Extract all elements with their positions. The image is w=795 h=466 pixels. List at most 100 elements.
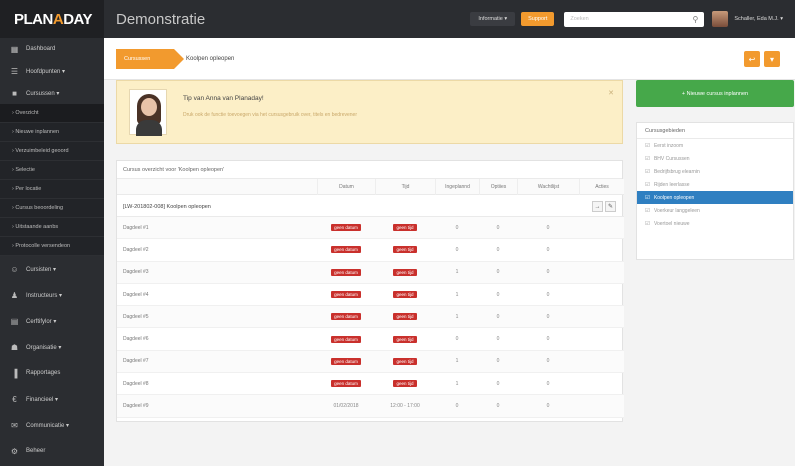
table-row[interactable]: Dagdeel #1 geen datum geen tijd 0 0 0 <box>117 217 624 240</box>
list-icon: ☰ <box>10 66 19 76</box>
options-count: 0 <box>496 269 500 276</box>
sidebar-item[interactable]: ⚙ Beheer <box>0 438 104 464</box>
group-actions: → ✎ <box>592 201 616 212</box>
sidebar-item[interactable]: ☰ Hoofdpunten ▾ <box>0 60 104 82</box>
course-area-item[interactable]: ☑ Voertoel nieuwe <box>637 217 793 230</box>
session-rows: Dagdeel #1 geen datum geen tijd 0 0 0 Dagdeel … <box>117 217 624 418</box>
sidebar-subitem[interactable]: › Uitstaande aanbs <box>0 218 104 237</box>
session-name: Dagdeel #6 <box>123 336 149 343</box>
course-area-item[interactable]: ☑ Eerst inzoom <box>637 139 793 152</box>
sidebar-subitem[interactable]: › Verzuimbeleid geoord <box>0 142 104 161</box>
table-row[interactable]: Dagdeel #9 01/02/2018 12:00 - 17:00 0 0 0 <box>117 395 624 418</box>
table-row[interactable]: Dagdeel #7 geen datum geen tijd 1 0 0 <box>117 350 624 374</box>
waitlist-count: 0 <box>546 246 550 253</box>
waitlist-count: 0 <box>546 313 550 320</box>
users-icon: ☺ <box>10 264 19 274</box>
column-header[interactable]: Tijd <box>375 178 435 195</box>
sidebar-item[interactable]: ■ Cursussen ▾ <box>0 82 104 104</box>
planaday-logo[interactable]: PLAN A DAY <box>0 0 104 38</box>
column-header[interactable]: Ingeplannd <box>435 178 479 195</box>
new-course-button[interactable]: + Nieuwe cursus inplannen <box>636 80 794 107</box>
no-date-badge: geen datum <box>331 246 361 254</box>
search-icon[interactable]: ⚲ <box>693 15 699 24</box>
sidebar-subitem[interactable]: › Per locatie <box>0 180 104 199</box>
session-time: geen tijd <box>375 268 435 276</box>
options-count: 0 <box>496 313 500 320</box>
sidebar-subitem[interactable]: › Overzicht <box>0 104 104 123</box>
avatar[interactable] <box>712 11 729 27</box>
waitlist-count: 0 <box>546 291 550 298</box>
options-count: 0 <box>496 358 500 365</box>
column-header[interactable]: Optiies <box>479 178 517 195</box>
waitlist-count: 0 <box>546 380 550 387</box>
session-time: geen tijd <box>375 246 435 254</box>
sidebar-item[interactable]: € Financieel ▾ <box>0 386 104 412</box>
breadcrumb-home[interactable]: Cursussen <box>116 49 184 69</box>
user-menu[interactable]: Schaller, Eda M.J. ▾ <box>734 16 783 22</box>
course-area-item[interactable]: ☑ BHV Cursussen <box>637 152 793 165</box>
column-header[interactable]: Datum <box>317 178 375 195</box>
info-dropdown[interactable]: Informatie ▾ <box>470 12 516 26</box>
book-icon: ■ <box>12 88 17 98</box>
session-time: geen tijd <box>375 335 435 343</box>
session-time: geen tijd <box>375 357 435 365</box>
breadcrumb-current: Koolpen opleopen <box>186 56 235 62</box>
sidebar-item[interactable]: ▦ Dashboard <box>0 38 104 60</box>
options-count: 0 <box>496 246 500 253</box>
sidebar-subitem[interactable]: › Cursus beoordeling <box>0 199 104 218</box>
sidebar-item[interactable]: ▤ Cerftifylor ▾ <box>0 308 104 334</box>
options-count: 0 <box>496 336 500 343</box>
column-header[interactable]: Acties <box>579 178 624 195</box>
session-name: Dagdeel #4 <box>123 291 149 298</box>
no-date-badge: geen datum <box>331 291 361 299</box>
sidebar-item[interactable]: ☗ Organisatie ▾ <box>0 334 104 360</box>
time-value: 12:00 - 17:00 <box>390 403 420 410</box>
sidebar-item[interactable]: ▐ Rapportages <box>0 360 104 386</box>
add-session-button[interactable]: → <box>592 201 603 212</box>
course-area-item[interactable]: ☑ Koolpen opleopen <box>637 191 793 204</box>
sidebar-item-label: Cursisten ▾ <box>26 266 57 273</box>
search-input[interactable]: Zoeken ⚲ <box>564 11 705 27</box>
close-icon[interactable]: ✕ <box>608 89 614 97</box>
options-button[interactable]: ▾ <box>764 51 780 67</box>
session-name: Dagdeel #1 <box>123 224 149 231</box>
session-name: Dagdeel #7 <box>123 358 149 365</box>
checklist-icon: ☑ <box>645 168 650 175</box>
table-row[interactable]: Dagdeel #5 geen datum geen tijd 1 0 0 <box>117 306 624 329</box>
session-date: geen datum <box>317 313 375 321</box>
course-group-row[interactable]: [LW-201802-008] Koolpen opleopen → ✎ <box>117 197 624 217</box>
mail-icon: ✉ <box>11 420 18 430</box>
table-row[interactable]: Dagdeel #4 geen datum geen tijd 1 0 0 <box>117 284 624 307</box>
sidebar-item[interactable]: ☺ Cursisten ▾ <box>0 256 104 282</box>
table-row[interactable]: Dagdeel #6 geen datum geen tijd 0 0 0 <box>117 328 624 351</box>
euro-icon: € <box>12 394 17 404</box>
sidebar-subitem[interactable]: › Selectie <box>0 161 104 180</box>
date-value: 01/02/2018 <box>333 403 359 410</box>
session-date: geen datum <box>317 291 375 299</box>
sidebar-subitem[interactable]: › Protocolle versendeon <box>0 237 104 256</box>
session-date: geen datum <box>317 268 375 276</box>
course-area-item[interactable]: ☑ Voerkeur langgeleen <box>637 204 793 217</box>
course-area-item[interactable]: ☑ Bedrijfsbrug elearnin <box>637 165 793 178</box>
sidebar-subitem[interactable]: › Nieuwe inplannen <box>0 123 104 142</box>
table-row[interactable]: Dagdeel #8 geen datum geen tijd 1 0 0 <box>117 373 624 396</box>
search-placeholder: Zoeken <box>570 16 589 22</box>
column-header[interactable]: Wachtlijst <box>517 178 579 195</box>
edit-button[interactable]: ✎ <box>605 201 616 212</box>
table-row[interactable]: Dagdeel #3 geen datum geen tijd 1 0 0 <box>117 261 624 284</box>
logo-text-accent: A <box>52 10 64 28</box>
options-count: 0 <box>496 291 500 298</box>
tip-title: Tip van Anna van Planaday! <box>183 95 264 102</box>
session-name: Dagdeel #9 <box>123 403 149 410</box>
no-time-badge: geen tijd <box>393 224 417 232</box>
course-area-item[interactable]: ☑ Rijden leerlasse <box>637 178 793 191</box>
sidebar-item[interactable]: ♟ Instructeurs ▾ <box>0 282 104 308</box>
session-name: Dagdeel #5 <box>123 313 149 320</box>
session-time: 12:00 - 17:00 <box>375 403 435 409</box>
sidebar-item[interactable]: ✉ Communicatie ▾ <box>0 412 104 438</box>
support-button[interactable]: Support <box>521 12 555 26</box>
course-area-label: Eerst inzoom <box>653 142 684 149</box>
table-row[interactable]: Dagdeel #2 geen datum geen tijd 0 0 0 <box>117 239 624 262</box>
back-button[interactable]: ↩ <box>744 51 760 67</box>
waitlist-count: 0 <box>546 358 550 365</box>
